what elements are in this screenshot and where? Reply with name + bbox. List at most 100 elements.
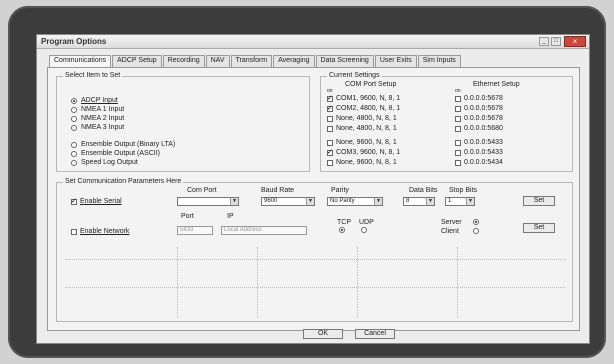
divider [357, 247, 358, 317]
tab-transform[interactable]: Transform [230, 55, 273, 67]
tab-recording[interactable]: Recording [162, 55, 205, 67]
program-options-dialog: Program Options _ □ × Communications ADC… [36, 34, 590, 344]
data-bits-label: Data Bits [409, 187, 438, 194]
network-set-button[interactable]: Set [523, 223, 555, 233]
eth-enabled-checkbox[interactable] [455, 149, 461, 156]
com-port-label: Com Port [187, 187, 217, 194]
com-enabled-checkbox[interactable] [327, 115, 333, 122]
radio-speed-log[interactable]: Speed Log Output [71, 159, 138, 166]
eth-setting-value: 0.0.0.0:5434 [464, 159, 503, 166]
tab-averaging[interactable]: Averaging [273, 55, 315, 67]
radio-icon [473, 228, 479, 234]
tab-user-exits[interactable]: User Exits [374, 55, 417, 67]
maximize-icon[interactable]: □ [551, 37, 561, 46]
radio-ensemble-ascii[interactable]: Ensemble Output (ASCII) [71, 150, 160, 157]
radio-nmea2-input[interactable]: NMEA 2 Input [71, 115, 124, 122]
data-bits-select[interactable]: 8 ▼ [403, 197, 435, 206]
com-enabled-checkbox[interactable] [327, 148, 333, 156]
close-button[interactable]: × [564, 36, 586, 47]
divider [65, 259, 565, 260]
stop-bits-select[interactable]: 1 ▼ [445, 197, 475, 206]
udp-label: UDP [359, 219, 374, 226]
eth-setting-row: 0.0.0.0:5433 [455, 139, 503, 146]
enable-network-checkbox[interactable]: Enable Network [71, 228, 129, 235]
com-setting-row: None, 4800, N, 8, 1 [327, 115, 397, 122]
divider [257, 247, 258, 317]
radio-tcp[interactable] [339, 227, 349, 233]
com-enabled-checkbox[interactable] [327, 125, 333, 132]
port-input[interactable]: 5433 [177, 226, 213, 235]
current-settings-label: Current Settings [327, 72, 382, 79]
com-setting-value: COM3, 9600, N, 8, 1 [336, 149, 401, 156]
tab-communications[interactable]: Communications [49, 55, 112, 67]
select-item-group: Select Item to Set ADCP Input NMEA 1 Inp… [56, 72, 310, 172]
communications-panel: Select Item to Set ADCP Input NMEA 1 Inp… [47, 67, 580, 331]
eth-enabled-checkbox[interactable] [455, 125, 461, 132]
radio-ensemble-binary[interactable]: Ensemble Output (Binary LTA) [71, 141, 175, 148]
eth-setting-value: 0.0.0.0:5680 [464, 125, 503, 132]
stop-bits-label: Stop Bits [449, 187, 478, 194]
radio-nmea3-input[interactable]: NMEA 3 Input [71, 124, 124, 131]
com-enabled-checkbox[interactable] [327, 94, 333, 102]
radio-udp[interactable] [361, 227, 371, 233]
cancel-button[interactable]: Cancel [355, 329, 395, 339]
com-enabled-checkbox[interactable] [327, 159, 333, 166]
com-setting-value: COM1, 9600, N, 8, 1 [336, 95, 401, 102]
data-bits-value: 8 [406, 198, 410, 204]
eth-enabled-checkbox[interactable] [455, 115, 461, 122]
radio-label: Ensemble Output (ASCII) [81, 150, 160, 157]
radio-server[interactable] [473, 219, 483, 225]
eth-setting-row: 0.0.0.0:5434 [455, 159, 503, 166]
tab-data-screening[interactable]: Data Screening [315, 55, 374, 67]
divider [177, 247, 178, 317]
com-setting-row: COM2, 4800, N, 8, 1 [327, 104, 400, 112]
ok-button[interactable]: OK [303, 329, 343, 339]
eth-setting-value: 0.0.0.0:5433 [464, 149, 503, 156]
radio-icon [71, 124, 77, 131]
com-setting-value: None, 9600, N, 8, 1 [336, 159, 397, 166]
radio-selected-icon [71, 97, 77, 104]
radio-selected-icon [339, 227, 345, 233]
eth-setting-row: 0.0.0.0:5678 [455, 115, 503, 122]
eth-on-label: on [455, 88, 461, 94]
baud-rate-value: 9600 [264, 198, 278, 204]
baud-rate-label: Baud Rate [261, 187, 295, 194]
eth-enabled-checkbox[interactable] [455, 95, 461, 102]
radio-adcp-input[interactable]: ADCP Input [71, 97, 118, 104]
eth-enabled-checkbox[interactable] [455, 105, 461, 112]
radio-client[interactable] [473, 228, 483, 234]
com-port-select[interactable]: ▼ [177, 197, 239, 206]
eth-setting-value: 0.0.0.0:5678 [464, 95, 503, 102]
com-enabled-checkbox[interactable] [327, 139, 333, 146]
serial-set-button[interactable]: Set [523, 196, 555, 206]
com-setting-row: None, 9600, N, 8, 1 [327, 159, 397, 166]
checkbox-icon [71, 228, 77, 235]
eth-setting-value: 0.0.0.0:5433 [464, 139, 503, 146]
enable-serial-checkbox[interactable]: Enable Serial [71, 197, 122, 205]
com-setting-value: None, 4800, N, 8, 1 [336, 125, 397, 132]
radio-selected-icon [473, 219, 479, 225]
eth-enabled-checkbox[interactable] [455, 159, 461, 166]
eth-setting-row: 0.0.0.0:5678 [455, 105, 503, 112]
baud-rate-select[interactable]: 9600 ▼ [261, 197, 315, 206]
minimize-icon[interactable]: _ [539, 37, 549, 46]
tab-nav[interactable]: NAV [205, 55, 230, 67]
tab-strip: Communications ADCP Setup Recording NAV … [49, 55, 462, 67]
com-setting-value: None, 9600, N, 8, 1 [336, 139, 397, 146]
tab-adcp-setup[interactable]: ADCP Setup [112, 55, 162, 67]
eth-enabled-checkbox[interactable] [455, 139, 461, 146]
port-label: Port [181, 213, 194, 220]
ip-address-input[interactable]: Local Address [221, 226, 307, 235]
parity-select[interactable]: No Parity ▼ [327, 197, 383, 206]
chevron-down-icon: ▼ [426, 198, 434, 205]
select-item-label: Select Item to Set [63, 72, 123, 79]
radio-icon [71, 115, 77, 122]
com-setting-row: None, 9600, N, 8, 1 [327, 139, 397, 146]
com-setting-value: None, 4800, N, 8, 1 [336, 115, 397, 122]
tab-sim-inputs[interactable]: Sim Inputs [417, 55, 461, 67]
radio-nmea1-input[interactable]: NMEA 1 Input [71, 106, 124, 113]
radio-label: NMEA 2 Input [81, 115, 125, 122]
radio-icon [71, 106, 77, 113]
com-enabled-checkbox[interactable] [327, 104, 333, 112]
chevron-down-icon: ▼ [374, 198, 382, 205]
